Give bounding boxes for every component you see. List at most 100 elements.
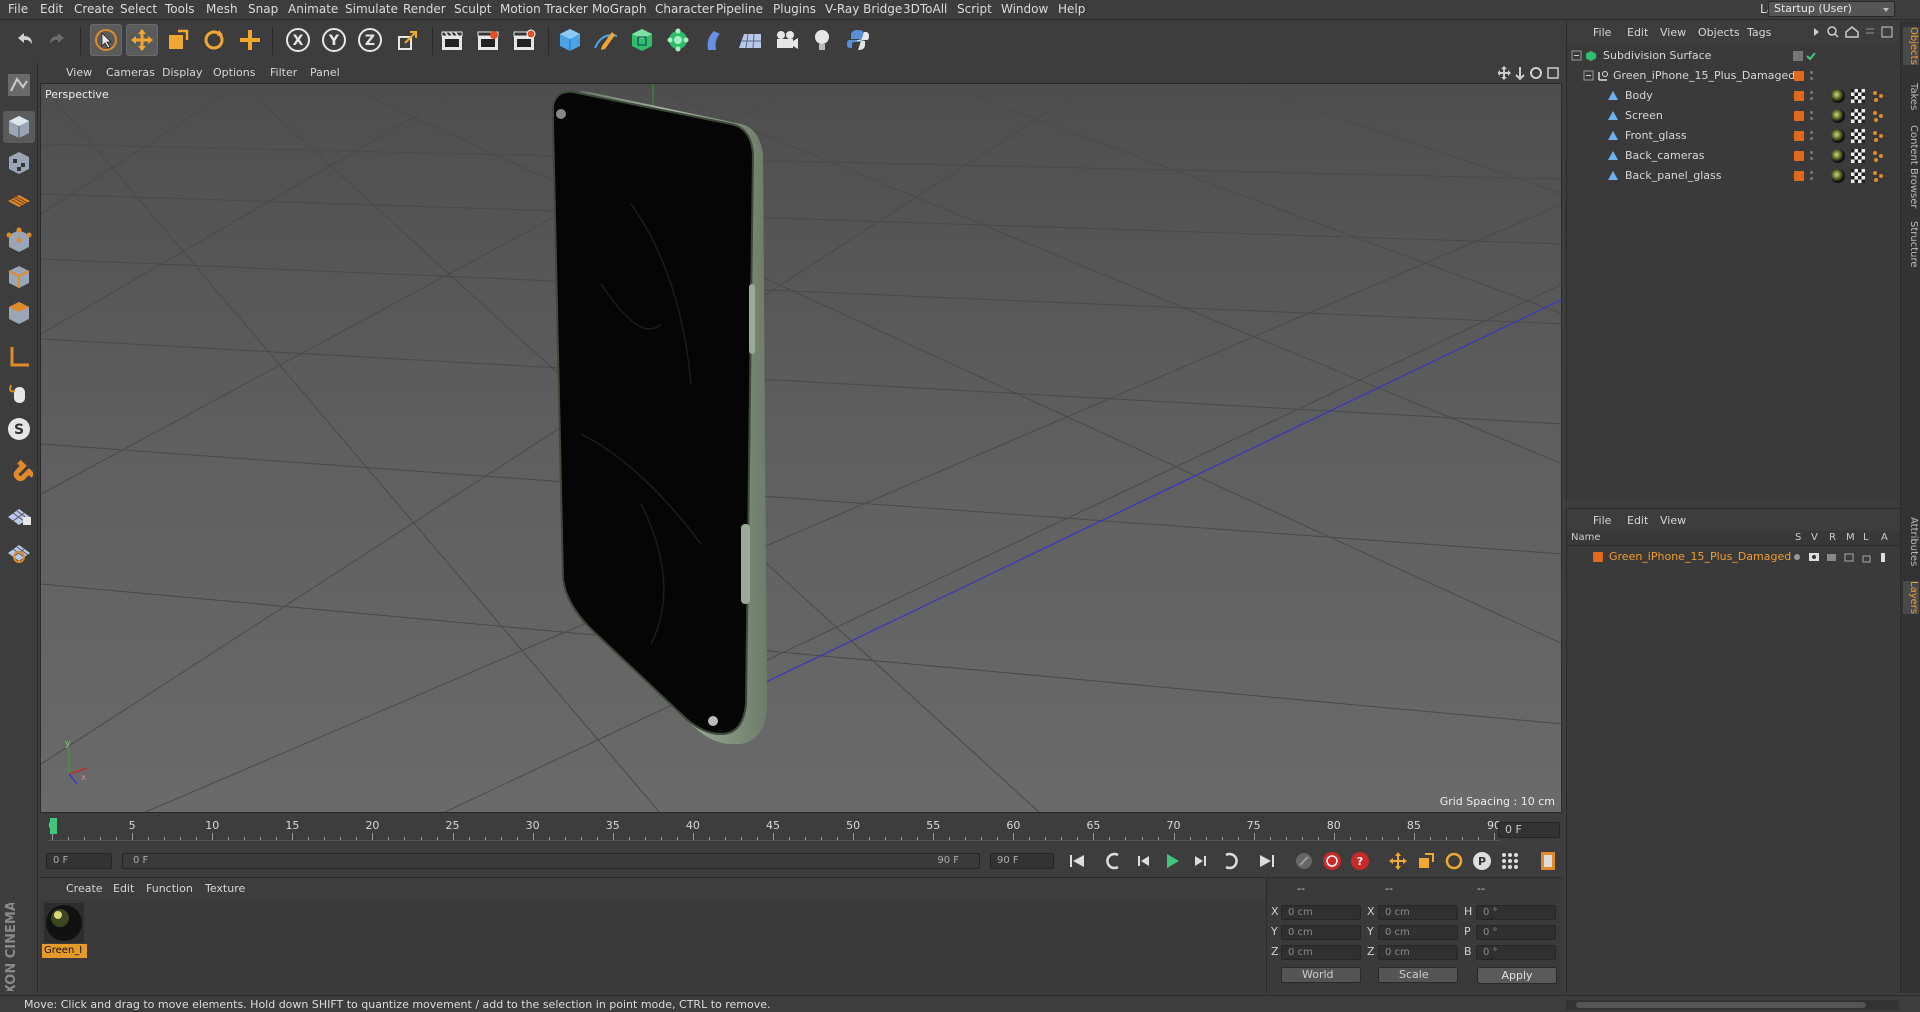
- coordinate-space-dropdown[interactable]: World: [1281, 967, 1361, 983]
- key-pla-button[interactable]: [1498, 849, 1522, 873]
- layer-color-swatch[interactable]: [1794, 71, 1804, 81]
- tab-objects[interactable]: Objects: [1903, 27, 1919, 65]
- layer-color-swatch[interactable]: [1794, 111, 1804, 121]
- material-tag-icon[interactable]: [1831, 149, 1845, 163]
- menu-create[interactable]: Create: [74, 2, 114, 16]
- object-row-back-cameras[interactable]: Back_cameras: [1567, 146, 1900, 166]
- position-y-field[interactable]: 0 cm: [1281, 925, 1361, 940]
- tab-structure[interactable]: Structure: [1903, 221, 1919, 268]
- rotation-b-field[interactable]: 0 °: [1476, 945, 1556, 960]
- tab-takes[interactable]: Takes: [1903, 83, 1919, 110]
- visibility-dots[interactable]: [1810, 150, 1814, 162]
- x-axis-toggle[interactable]: X: [282, 24, 314, 56]
- timeline-window-button[interactable]: [1536, 849, 1560, 873]
- object-row-phone-null[interactable]: Green_iPhone_15_Plus_Damaged: [1567, 66, 1900, 86]
- workplane-mode-button[interactable]: [3, 183, 35, 215]
- next-frame-button[interactable]: [1188, 849, 1212, 873]
- menu-script[interactable]: Script: [957, 2, 992, 16]
- viewport-menu-filter[interactable]: Filter: [270, 66, 297, 79]
- tab-layers[interactable]: Layers: [1903, 581, 1919, 615]
- render-settings-button[interactable]: [508, 24, 540, 56]
- model-mode-button[interactable]: [3, 111, 35, 143]
- add-cube-button[interactable]: [554, 24, 586, 56]
- add-deformer-button[interactable]: [698, 24, 730, 56]
- object-row-back-panel-glass[interactable]: Back_panel_glass: [1567, 166, 1900, 186]
- menu-simulate[interactable]: Simulate: [345, 2, 398, 16]
- material-tag-icon[interactable]: [1831, 129, 1845, 143]
- key-parameter-button[interactable]: P: [1470, 849, 1494, 873]
- material-name-label[interactable]: Green_I: [42, 944, 87, 958]
- position-z-field[interactable]: 0 cm: [1281, 945, 1361, 960]
- python-script-button[interactable]: [842, 24, 874, 56]
- menu-mesh[interactable]: Mesh: [206, 2, 238, 16]
- transform-tool[interactable]: [234, 24, 266, 56]
- scale-tool[interactable]: [162, 24, 194, 56]
- tweak-mode-button[interactable]: [3, 377, 35, 409]
- layer-row[interactable]: Green_iPhone_15_Plus_Damaged: [1567, 548, 1900, 566]
- key-rotation-button[interactable]: [1442, 849, 1466, 873]
- layer-name[interactable]: Green_iPhone_15_Plus_Damaged: [1609, 550, 1791, 563]
- enabled-check-icon[interactable]: [1805, 50, 1817, 62]
- menu-animate[interactable]: Animate: [288, 2, 338, 16]
- add-generator-button[interactable]: [626, 24, 658, 56]
- collapse-toggle-icon[interactable]: [1583, 70, 1595, 82]
- key-position-button[interactable]: [1386, 849, 1410, 873]
- selection-tag-icon[interactable]: [1871, 169, 1885, 183]
- layer-menu-edit[interactable]: Edit: [1627, 514, 1648, 527]
- motion-record-button[interactable]: [1292, 849, 1316, 873]
- axis-mode-button[interactable]: [3, 341, 35, 373]
- viewport-camera-label[interactable]: Perspective: [45, 88, 109, 101]
- object-menu-objects[interactable]: Objects: [1698, 26, 1740, 39]
- selection-tag-icon[interactable]: [1871, 129, 1885, 143]
- layout-select[interactable]: Startup (User): [1768, 1, 1895, 17]
- object-menu-view[interactable]: View: [1660, 26, 1686, 39]
- layer-col-solo[interactable]: S: [1795, 532, 1801, 543]
- tab-content-browser[interactable]: Content Browser: [1903, 125, 1919, 208]
- menu-help[interactable]: Help: [1058, 2, 1085, 16]
- menu-window[interactable]: Window: [1001, 2, 1048, 16]
- object-row-front-glass[interactable]: Front_glass: [1567, 126, 1900, 146]
- viewport-menu-view[interactable]: View: [66, 66, 92, 79]
- material-swatch[interactable]: [44, 903, 84, 943]
- snap-toggle-button[interactable]: S: [3, 413, 35, 445]
- timeline-playhead[interactable]: [50, 818, 57, 834]
- visibility-dots[interactable]: [1810, 90, 1814, 102]
- points-mode-button[interactable]: [3, 225, 35, 257]
- z-axis-toggle[interactable]: Z: [354, 24, 386, 56]
- object-row-subdivision-surface[interactable]: Subdivision Surface: [1567, 46, 1900, 66]
- undo-button[interactable]: [8, 24, 40, 56]
- viewport-menu-options[interactable]: Options: [213, 66, 255, 79]
- record-keys-button[interactable]: [1320, 849, 1344, 873]
- layer-menu-file[interactable]: File: [1593, 514, 1611, 527]
- uvw-tag-icon[interactable]: [1851, 89, 1865, 103]
- menu-motion-tracker[interactable]: Motion Tracker: [500, 2, 588, 16]
- coordinate-system-toggle[interactable]: [392, 24, 424, 56]
- planar-workplane-button[interactable]: [3, 535, 35, 567]
- rotation-h-field[interactable]: 0 °: [1476, 905, 1556, 920]
- viewport-navigation-icons[interactable]: [1498, 65, 1562, 81]
- menu-character[interactable]: Character: [655, 2, 714, 16]
- size-z-field[interactable]: 0 cm: [1378, 945, 1458, 960]
- menu-select[interactable]: Select: [120, 2, 157, 16]
- material-tag-icon[interactable]: [1831, 169, 1845, 183]
- position-x-field[interactable]: 0 cm: [1281, 905, 1361, 920]
- menu-vray-bridge[interactable]: V-Ray Bridge: [825, 2, 902, 16]
- size-x-field[interactable]: 0 cm: [1378, 905, 1458, 920]
- layer-col-manager[interactable]: M: [1846, 532, 1855, 543]
- workplane-lock-button[interactable]: [3, 499, 35, 531]
- rotation-p-field[interactable]: 0 °: [1476, 925, 1556, 940]
- render-picture-viewer-button[interactable]: [472, 24, 504, 56]
- menu-render[interactable]: Render: [403, 2, 446, 16]
- object-manager-toolbar-icons[interactable]: [1812, 25, 1896, 39]
- layer-col-animation[interactable]: A: [1881, 532, 1888, 543]
- render-view-button[interactable]: [436, 24, 468, 56]
- preview-range-slider[interactable]: 0 F 90 F: [122, 853, 980, 869]
- texture-mode-button[interactable]: [3, 147, 35, 179]
- edges-mode-button[interactable]: [3, 261, 35, 293]
- menu-plugins[interactable]: Plugins: [773, 2, 816, 16]
- timeline-ruler[interactable]: 051015202530354045505560657075808590: [40, 815, 1562, 847]
- y-axis-toggle[interactable]: Y: [318, 24, 350, 56]
- min-time-field[interactable]: 0 F: [46, 853, 112, 869]
- previous-key-button[interactable]: [1103, 849, 1127, 873]
- viewport-menu-display[interactable]: Display: [162, 66, 203, 79]
